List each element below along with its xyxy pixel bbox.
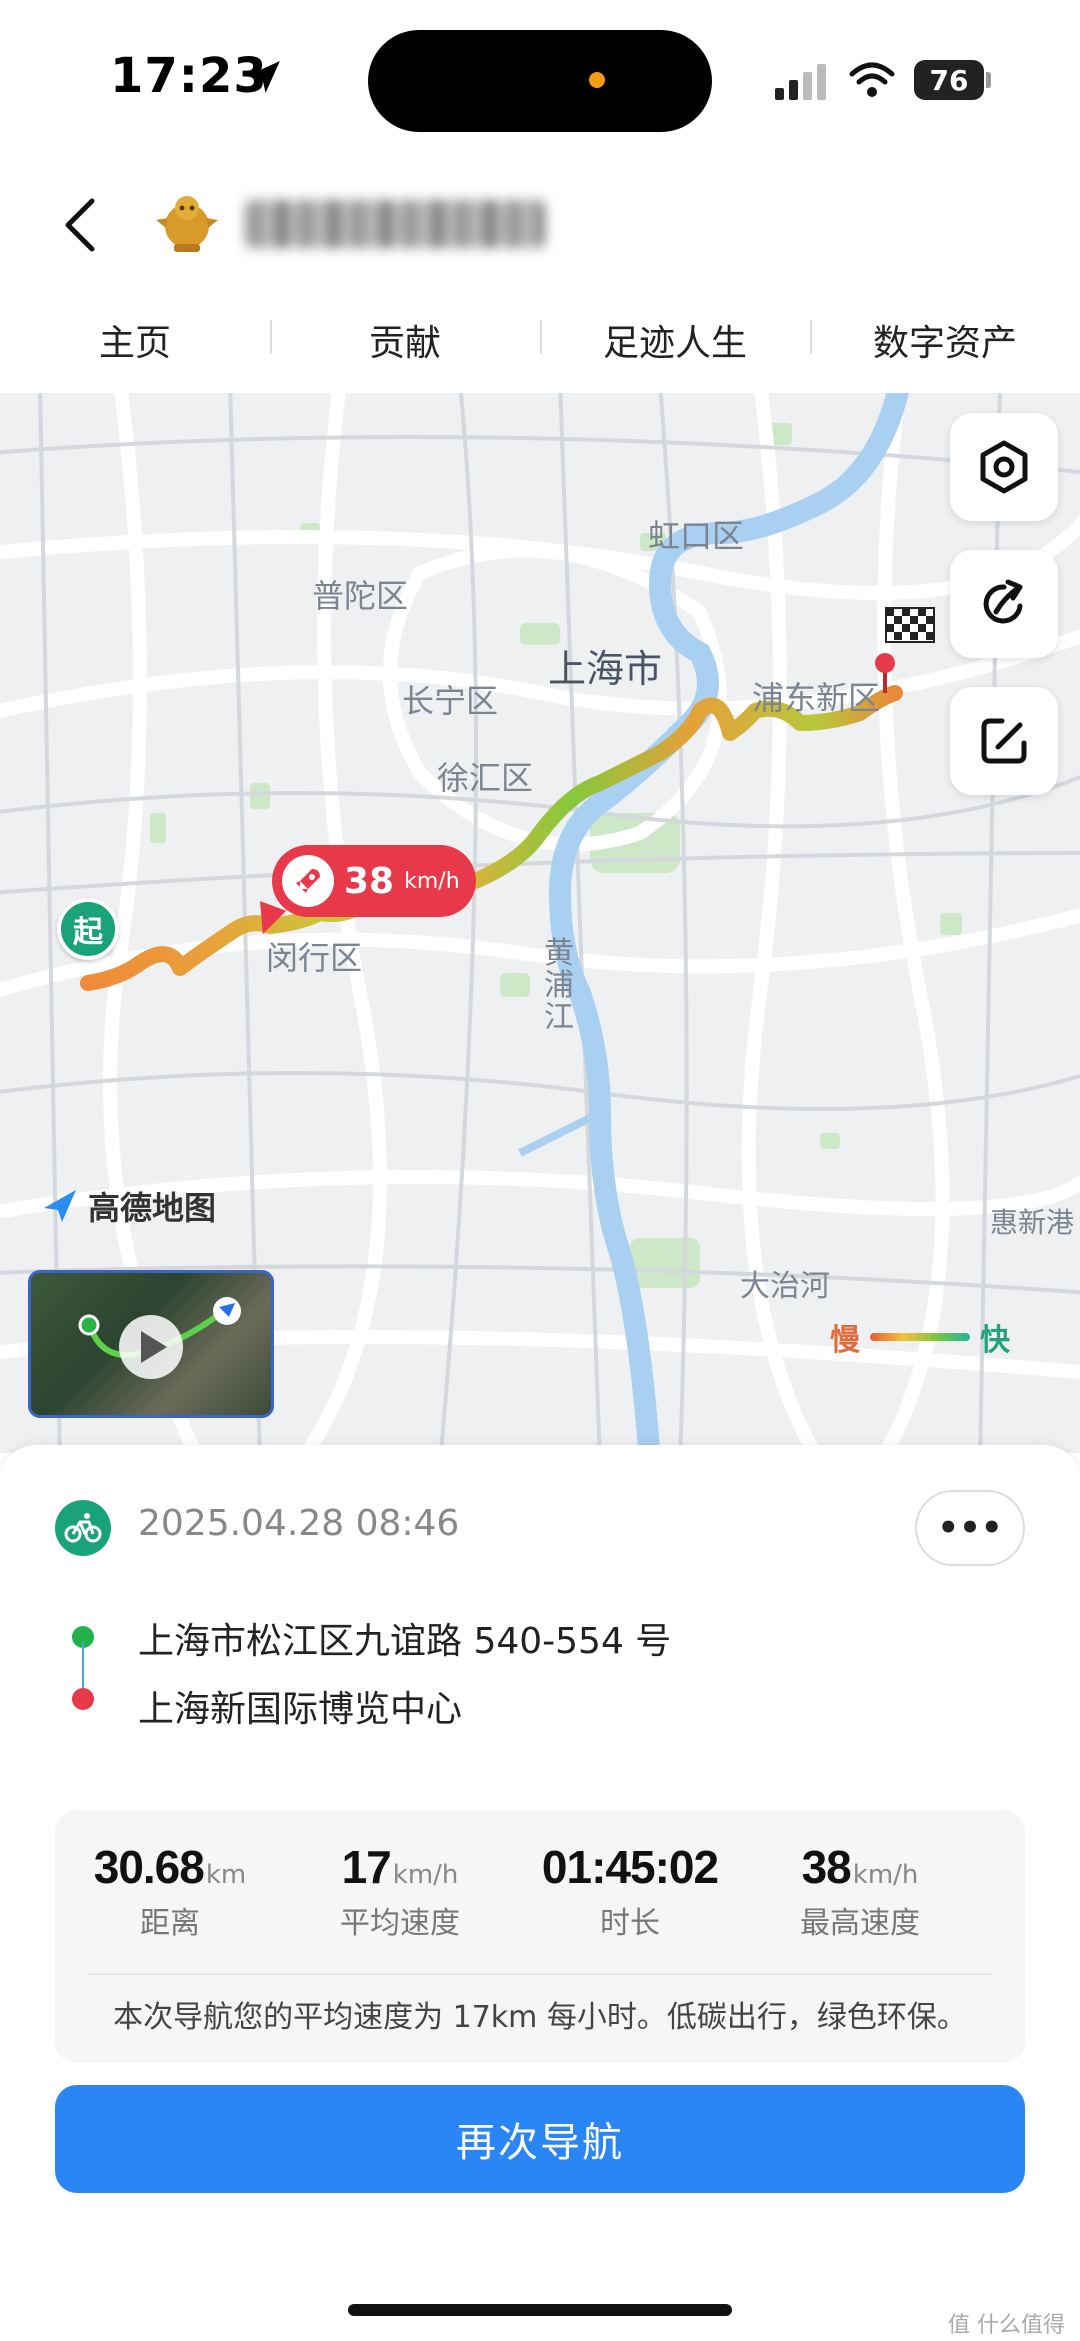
status-bar: 17:23 76 (0, 0, 1080, 150)
location-arrow-icon (248, 61, 280, 93)
share-icon (983, 579, 1023, 624)
stat-avg-speed: 17km/h 平均速度 (285, 1840, 515, 1942)
end-dot (72, 1688, 94, 1710)
map-label-huixin: 惠新港 (990, 1206, 1075, 1239)
battery-indicator: 76 (914, 60, 984, 100)
stat-max-speed-unit: km/h (852, 1860, 919, 1890)
map-label-huangpu-river: 黄浦江 (544, 936, 574, 1035)
start-address: 上海市松江区九谊路 540-554 号 (138, 1621, 672, 1662)
map-label-datuan: 大治河 (740, 1269, 830, 1304)
route-connector-line (82, 1642, 84, 1690)
legend-slow: 慢 (830, 1323, 860, 1358)
map-label-minhang: 闵行区 (266, 939, 363, 977)
stat-max-speed-label: 最高速度 (800, 1906, 920, 1941)
stats-divider (87, 1973, 993, 1975)
max-speed-bubble: 38 km/h (272, 845, 476, 917)
end-address: 上海新国际博览中心 (138, 1689, 463, 1730)
amap-logo-text: 高德地图 (88, 1189, 217, 1227)
amap-logo-icon (44, 1190, 76, 1222)
map-share-button[interactable] (950, 550, 1058, 658)
home-indicator[interactable] (348, 2304, 732, 2316)
rocket-icon (282, 855, 334, 907)
stat-distance-value: 30.68 (93, 1841, 205, 1893)
route-map[interactable]: 虹口区 普陀区 上海市 长宁区 浦东新区 徐汇区 黄浦江 闵行区 惠新港 大治河… (0, 393, 1080, 1453)
stats-summary-note: 本次导航您的平均速度为 17km 每小时。低碳出行，绿色环保。 (113, 2000, 967, 2035)
map-label-hongkou: 虹口区 (648, 517, 745, 555)
map-label-putuo: 普陀区 (312, 577, 409, 615)
wifi-icon (849, 62, 895, 97)
route-replay-thumbnail[interactable] (28, 1270, 274, 1418)
battery-tip (986, 72, 991, 88)
trip-datetime: 2025.04.28 08:46 (138, 1503, 460, 1544)
username-blurred (245, 200, 545, 248)
stat-avg-speed-label: 平均速度 (340, 1906, 460, 1941)
edit-icon (981, 718, 1027, 764)
bicycle-icon (55, 1500, 111, 1556)
map-label-xuhui: 徐汇区 (437, 759, 534, 797)
stat-duration: 01:45:02 时长 (515, 1840, 745, 1942)
hexagon-settings-icon (980, 440, 1028, 494)
stat-avg-speed-value: 17 (341, 1841, 392, 1893)
dynamic-island (368, 30, 712, 132)
map-settings-button[interactable] (950, 413, 1058, 521)
stat-distance: 30.68km 距离 (55, 1840, 285, 1942)
stat-duration-value: 01:45:02 (541, 1841, 719, 1893)
privacy-indicator-dot (589, 72, 605, 88)
profile-tabs: 主页 贡献 足迹人生 数字资产 (0, 300, 1080, 380)
stat-distance-unit: km (205, 1860, 247, 1890)
trip-stats-panel: 30.68km 距离 17km/h 平均速度 01:45:02 时长 38km/… (55, 1810, 1025, 2063)
chevron-left-icon (65, 198, 95, 252)
stat-max-speed-value: 38 (801, 1841, 852, 1893)
tab-footprint-life[interactable]: 足迹人生 (540, 314, 810, 366)
stat-distance-label: 距离 (140, 1906, 200, 1941)
stat-avg-speed-unit: km/h (392, 1860, 459, 1890)
cellular-signal-icon (775, 64, 826, 100)
legend-fast: 快 (980, 1323, 1010, 1358)
max-speed-unit: km/h (404, 868, 460, 894)
tab-contribution[interactable]: 贡献 (270, 314, 540, 366)
speed-legend: 慢 快 (830, 1315, 1010, 1359)
stat-duration-label: 时长 (600, 1906, 660, 1941)
navigate-again-button[interactable]: 再次导航 (55, 2085, 1025, 2193)
back-button[interactable] (60, 190, 110, 260)
max-speed-value: 38 (344, 860, 395, 902)
legend-gradient-bar (870, 1333, 970, 1341)
avatar[interactable] (152, 188, 222, 258)
map-edit-button[interactable] (950, 687, 1058, 795)
tab-digital-assets[interactable]: 数字资产 (810, 314, 1080, 366)
stat-max-speed: 38km/h 最高速度 (745, 1840, 975, 1942)
map-label-shanghai: 上海市 (548, 647, 663, 691)
watermark: 值 什么值得买 (948, 2313, 1065, 2338)
amap-logo: 高德地图 (40, 1183, 216, 1229)
tab-home[interactable]: 主页 (0, 314, 270, 366)
start-pin: 起 (57, 898, 119, 960)
map-label-changning: 长宁区 (402, 682, 499, 720)
map-label-pudong: 浦东新区 (752, 679, 881, 717)
more-options-button[interactable]: ••• (915, 1490, 1025, 1566)
